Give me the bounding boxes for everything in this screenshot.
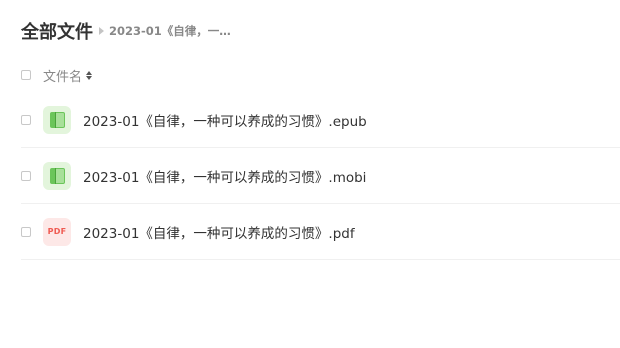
file-name[interactable]: 2023-01《自律，一种可以养成的习惯》.epub bbox=[83, 110, 367, 130]
file-list: 2023-01《自律，一种可以养成的习惯》.epub 2023-01《自律，一种… bbox=[21, 92, 620, 260]
file-checkbox[interactable] bbox=[21, 226, 31, 237]
breadcrumb-current[interactable]: 2023-01《自律，一种... bbox=[109, 23, 239, 39]
ebook-icon bbox=[43, 161, 71, 190]
file-checkbox[interactable] bbox=[21, 170, 31, 181]
file-name[interactable]: 2023-01《自律，一种可以养成的习惯》.pdf bbox=[83, 222, 355, 242]
header: 全部文件 2023-01《自律，一种... bbox=[21, 17, 239, 45]
file-row[interactable]: PDF 2023-01《自律，一种可以养成的习惯》.pdf bbox=[21, 204, 620, 260]
file-checkbox[interactable] bbox=[21, 114, 31, 125]
page-title: 全部文件 bbox=[21, 22, 93, 43]
sort-up-icon bbox=[86, 70, 93, 75]
pdf-icon-label: PDF bbox=[47, 227, 67, 236]
select-all-checkbox[interactable] bbox=[21, 70, 31, 80]
breadcrumb-separator-icon bbox=[99, 27, 104, 35]
book-icon bbox=[50, 111, 65, 128]
file-name[interactable]: 2023-01《自律，一种可以养成的习惯》.mobi bbox=[83, 166, 366, 186]
ebook-icon bbox=[43, 105, 71, 134]
book-icon bbox=[50, 167, 65, 184]
column-name-label[interactable]: 文件名 bbox=[43, 66, 82, 85]
file-row[interactable]: 2023-01《自律，一种可以养成的习惯》.mobi bbox=[21, 148, 620, 204]
sort-down-icon bbox=[86, 75, 93, 80]
file-row[interactable]: 2023-01《自律，一种可以养成的习惯》.epub bbox=[21, 92, 620, 148]
pdf-icon: PDF bbox=[43, 217, 71, 246]
sort-icon[interactable] bbox=[86, 70, 93, 80]
file-list-header: 文件名 bbox=[21, 66, 93, 85]
